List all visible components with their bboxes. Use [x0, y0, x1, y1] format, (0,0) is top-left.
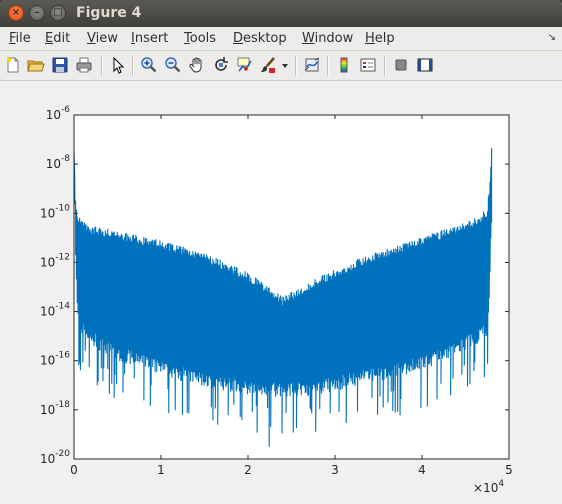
dock-arrow-icon[interactable]: ↘ — [548, 32, 556, 43]
pan-button[interactable] — [188, 56, 206, 74]
figure-canvas: 0 1 2 3 4 5 10-20 10-18 10-16 10-14 10-12 10-10 10-8… — [0, 81, 562, 504]
menu-desktop[interactable]: Desktop — [233, 31, 287, 46]
x-tick-label: 4 — [418, 463, 426, 477]
y-tick-exponent: -12 — [55, 252, 70, 262]
menu-help[interactable]: Help — [365, 31, 395, 46]
legend-icon — [360, 58, 376, 72]
y-tick-label: 10-20 — [40, 449, 70, 466]
open-file-icon — [27, 60, 45, 72]
x-tick-label: 5 — [505, 463, 513, 477]
menu-edit[interactable]: Edit — [45, 31, 70, 46]
x-tick-label: 2 — [244, 463, 252, 477]
hide-plot-tools-icon — [395, 59, 407, 71]
y-tick-exponent: -6 — [61, 105, 70, 115]
figure-toolbar — [0, 51, 562, 81]
y-tick-label: 10-6 — [46, 105, 71, 122]
colorbar-button[interactable] — [335, 56, 353, 74]
rotate-3d-icon — [215, 57, 228, 71]
x-tick-label: 0 — [70, 463, 78, 477]
data-cursor-icon — [237, 57, 252, 72]
zoom-in-icon — [141, 57, 157, 73]
toolbar-separator — [132, 56, 134, 76]
show-plot-tools-button[interactable] — [416, 56, 434, 74]
pan-hand-icon — [189, 57, 202, 73]
close-icon: × — [11, 7, 21, 18]
brush-icon — [261, 57, 275, 73]
new-figure-button[interactable] — [4, 56, 22, 74]
y-tick-exponent: -18 — [55, 400, 70, 410]
y-tick-base: 10 — [40, 354, 55, 368]
link-plot-button[interactable] — [303, 56, 321, 74]
colorbar-icon — [340, 57, 348, 73]
brush-button[interactable] — [259, 56, 277, 74]
data-cursor-button[interactable] — [236, 56, 254, 74]
edit-plot-button[interactable] — [109, 56, 127, 74]
menu-view[interactable]: View — [87, 31, 118, 46]
zoom-out-icon — [165, 57, 181, 73]
print-icon — [76, 57, 92, 73]
legend-button[interactable] — [359, 56, 377, 74]
y-tick-base: 10 — [40, 206, 55, 220]
rotate-3d-button[interactable] — [212, 56, 230, 74]
close-window-button[interactable]: × — [8, 5, 24, 21]
toolbar-separator — [101, 56, 103, 76]
link-plot-icon — [304, 57, 320, 72]
y-tick-exponent: -8 — [61, 154, 70, 164]
menu-window[interactable]: Window — [302, 31, 353, 46]
menu-insert[interactable]: Insert — [131, 31, 168, 46]
zoom-out-button[interactable] — [164, 56, 182, 74]
toolbar-separator — [384, 56, 386, 76]
figure-window: × – □ Figure 4 File Edit View Insert Too… — [0, 0, 562, 504]
x-exponent-label: ×104 — [473, 479, 504, 495]
minimize-window-button[interactable]: – — [29, 5, 45, 21]
x-exponent-power: 4 — [498, 479, 504, 489]
y-tick-base: 10 — [46, 108, 61, 122]
y-tick-label: 10-8 — [46, 154, 71, 171]
y-tick-base: 10 — [40, 305, 55, 319]
zoom-in-button[interactable] — [140, 56, 158, 74]
brush-dropdown-icon — [282, 64, 288, 68]
plot-axes[interactable]: 0 1 2 3 4 510-2010-1810-1610-1410-1210-1010-8… — [0, 81, 562, 504]
open-file-button[interactable] — [27, 56, 45, 74]
new-figure-icon — [6, 57, 19, 73]
x-tick-label: 1 — [157, 463, 165, 477]
y-tick-exponent: -14 — [55, 302, 70, 312]
edit-plot-arrow-icon — [113, 56, 125, 74]
y-tick-base: 10 — [40, 403, 55, 417]
toolbar-separator — [295, 56, 297, 76]
y-tick-base: 10 — [40, 255, 55, 269]
menu-tools[interactable]: Tools — [184, 31, 216, 46]
toolbar-separator — [327, 56, 329, 76]
y-tick-label: 10-12 — [40, 252, 70, 269]
y-tick-exponent: -16 — [55, 351, 70, 361]
show-plot-tools-icon — [417, 58, 433, 72]
window-title: Figure 4 — [76, 5, 142, 21]
maximize-icon: □ — [53, 7, 63, 18]
maximize-window-button[interactable]: □ — [50, 5, 66, 21]
x-tick-label: 3 — [331, 463, 339, 477]
minimize-icon: – — [34, 7, 40, 18]
y-tick-exponent: -10 — [55, 203, 70, 213]
print-button[interactable] — [75, 56, 93, 74]
y-tick-label: 10-18 — [40, 400, 70, 417]
x-exponent-times: × — [473, 481, 483, 495]
y-tick-label: 10-16 — [40, 351, 70, 368]
y-tick-label: 10-14 — [40, 302, 70, 319]
brush-dropdown-button[interactable] — [280, 56, 290, 74]
y-tick-base: 10 — [46, 157, 61, 171]
title-bar: × – □ Figure 4 — [0, 0, 562, 27]
x-exponent-base: 10 — [483, 481, 498, 495]
y-tick-base: 10 — [40, 452, 55, 466]
y-tick-label: 10-10 — [40, 203, 70, 220]
menu-bar: File Edit View Insert Tools Desktop Wind… — [0, 27, 562, 51]
save-button[interactable] — [51, 56, 69, 74]
hide-plot-tools-button[interactable] — [392, 56, 410, 74]
save-icon — [52, 57, 68, 73]
menu-file[interactable]: File — [9, 31, 31, 46]
y-tick-exponent: -20 — [55, 449, 70, 459]
